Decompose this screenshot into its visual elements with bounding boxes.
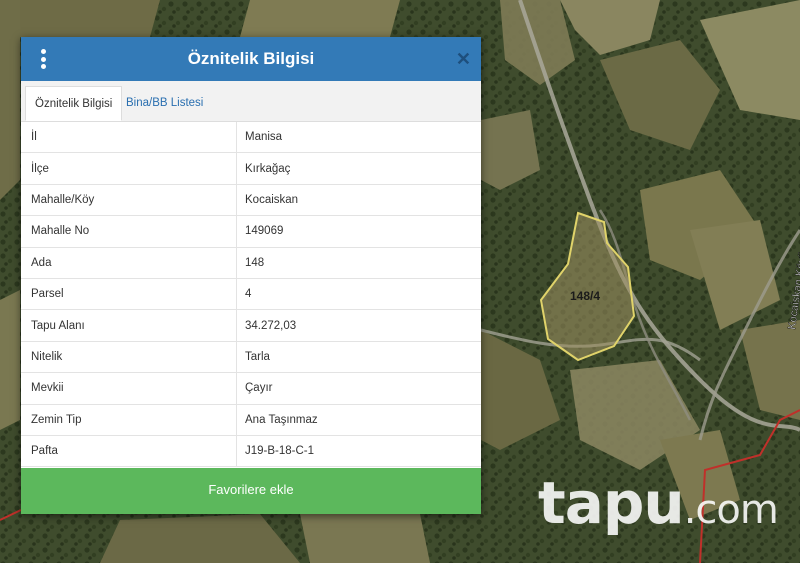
tab-building-list[interactable]: Bina/BB Listesi — [117, 86, 212, 121]
attribute-info-panel: Öznitelik Bilgisi ✕ Öznitelik Bilgisi Bi… — [21, 37, 481, 514]
row-value: 148 — [245, 256, 265, 269]
row-label: İlçe — [21, 153, 237, 184]
attribute-table: İl Manisa İlçe Kırkağaç Mahalle/Köy Kocaisk… — [21, 122, 481, 468]
row-value: J19-B-18-C-1 — [245, 445, 315, 458]
row-value: Kırkağaç — [245, 162, 291, 175]
brand-watermark: tapu.com — [538, 474, 779, 533]
row-label: Ada — [21, 247, 237, 278]
table-row: Tapu Alanı 34.272,03 — [21, 310, 481, 342]
table-row: Mahalle/Köy Kocaiskan — [21, 184, 481, 217]
row-label: Mevkii — [21, 373, 237, 404]
table-row: İl Manisa — [21, 122, 481, 154]
row-label: Tapu Alanı — [21, 310, 237, 341]
table-row: Mevkii Çayır — [21, 373, 481, 405]
row-value: Kocaiskan — [245, 193, 299, 206]
panel-header: Öznitelik Bilgisi ✕ — [21, 37, 481, 81]
row-label: Mahalle/Köy — [21, 184, 237, 216]
add-to-favorites-button[interactable]: Favorilere ekle — [21, 468, 481, 514]
close-icon[interactable]: ✕ — [456, 48, 471, 70]
row-label: Nitelik — [21, 341, 237, 373]
watermark-brand: tapu — [538, 469, 685, 537]
tab-bar: Öznitelik Bilgisi Bina/BB Listesi — [21, 81, 481, 122]
table-row: Pafta J19-B-18-C-1 — [21, 435, 481, 468]
row-value: Manisa — [245, 131, 283, 144]
row-label: Parsel — [21, 278, 237, 310]
row-label: Mahalle No — [21, 216, 237, 247]
watermark-domain: .com — [683, 487, 779, 533]
row-value: Çayır — [245, 382, 273, 395]
table-row: Ada 148 — [21, 247, 481, 279]
table-row: Mahalle No 149069 — [21, 216, 481, 248]
table-row: Nitelik Tarla — [21, 341, 481, 374]
row-value: 34.272,03 — [245, 319, 297, 332]
row-value: 149069 — [245, 225, 284, 238]
parcel-label: 148/4 — [570, 289, 600, 303]
row-value: 4 — [245, 288, 252, 301]
row-label: Zemin Tip — [21, 404, 237, 435]
panel-title: Öznitelik Bilgisi — [187, 49, 315, 68]
table-row: İlçe Kırkağaç — [21, 153, 481, 185]
row-label: İl — [21, 122, 237, 153]
table-row: Parsel 4 — [21, 278, 481, 311]
tab-attribute-info[interactable]: Öznitelik Bilgisi — [25, 86, 123, 121]
row-value: Ana Taşınmaz — [245, 413, 318, 426]
row-label: Pafta — [21, 435, 237, 467]
table-row: Zemin Tip Ana Taşınmaz — [21, 404, 481, 436]
row-value: Tarla — [245, 350, 270, 363]
